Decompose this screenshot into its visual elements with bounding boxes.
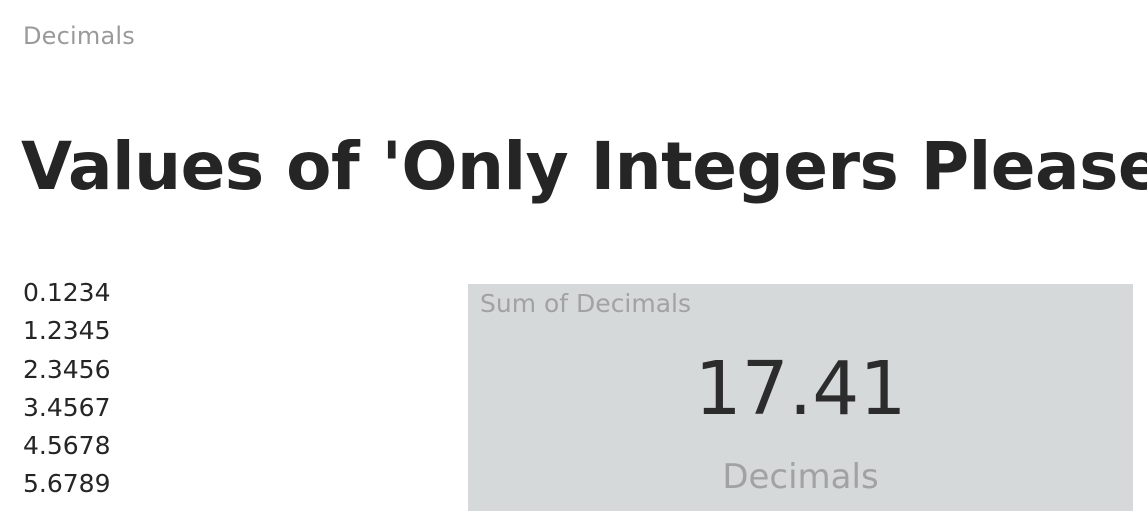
table-row[interactable]: 0.1234 — [23, 274, 110, 312]
sum-card[interactable]: Sum of Decimals 17.41 Decimals — [468, 284, 1133, 511]
table-row[interactable]: 5.6789 — [23, 465, 110, 503]
table-column-header[interactable]: Decimals — [23, 22, 135, 50]
table-row[interactable]: 2.3456 — [23, 351, 110, 389]
card-title: Sum of Decimals — [480, 289, 692, 318]
report-page: Decimals Values of 'Only Integers Please… — [0, 0, 1147, 521]
table-row[interactable]: 1.2345 — [23, 312, 110, 350]
table-row[interactable]: 3.4567 — [23, 389, 110, 427]
card-value: 17.41 — [694, 346, 907, 432]
table-row[interactable]: 4.5678 — [23, 427, 110, 465]
decimals-table: 0.1234 1.2345 2.3456 3.4567 4.5678 5.678… — [23, 274, 110, 504]
page-title: Values of 'Only Integers Please' — [21, 128, 1147, 205]
card-category-label: Decimals — [722, 457, 879, 497]
